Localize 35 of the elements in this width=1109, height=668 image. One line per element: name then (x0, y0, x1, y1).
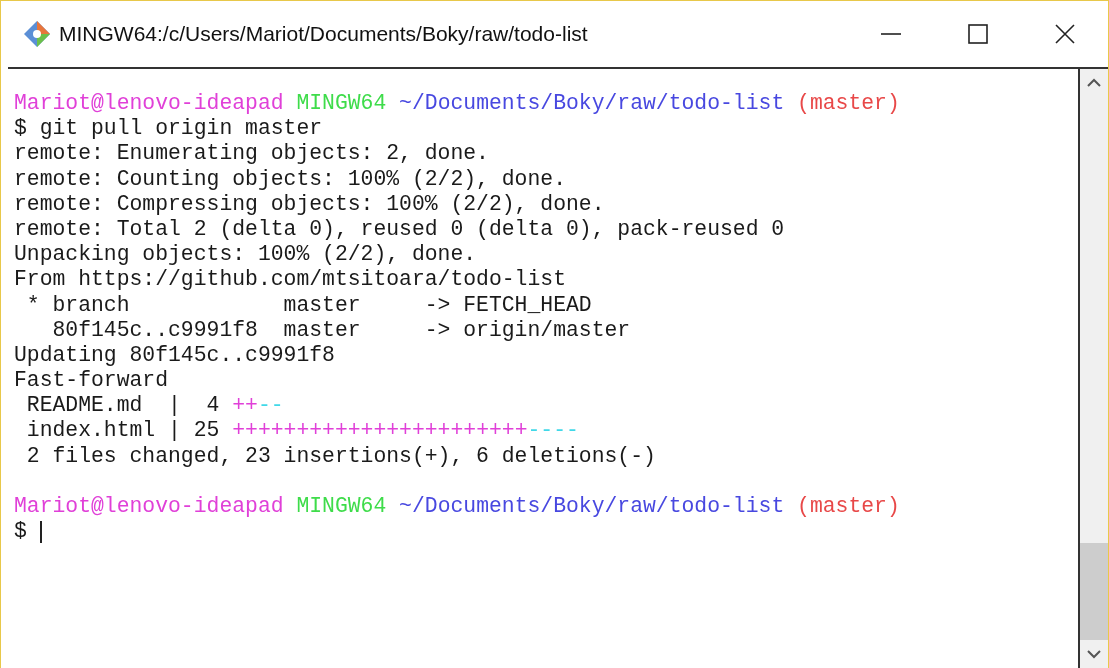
terminal-text: MINGW64 (295, 91, 387, 117)
text-cursor (39, 520, 42, 543)
terminal-text: From https://github.com/mtsitoara/todo-list (14, 267, 566, 293)
terminal-text: README.md | 4 (25, 393, 221, 419)
terminal-text: Unpacking objects: 100% (2/2), done. (14, 242, 477, 268)
terminal-text: 2 files changed, 23 insertions(+), 6 deletions(-) (25, 443, 656, 469)
terminal-text: remote: Counting objects: 100% (2/2), done. (14, 166, 566, 192)
terminal-text: ~/Documents/Boky/raw/todo-list (398, 91, 785, 117)
terminal-text: +++++++++++++++++++++++ (232, 418, 528, 444)
terminal-text: 80f145c..c9991f8 master -> origin/master (51, 317, 631, 343)
scrollbar-thumb[interactable] (1080, 543, 1108, 640)
terminal-text: ---- (527, 418, 579, 444)
terminal-text: Mariot@lenovo-ideapad (14, 91, 284, 117)
terminal-text: remote: Total 2 (delta 0), reused 0 (delta 0), pack-reused 0 (14, 216, 785, 243)
terminal-text: -- (257, 393, 284, 419)
terminal-text: ~/Documents/Boky/raw/todo-list (398, 494, 785, 520)
scrollbar[interactable] (1080, 69, 1108, 668)
terminal-text: (master) (796, 494, 900, 520)
terminal-text: ++ (232, 393, 258, 419)
terminal-text: Mariot@lenovo-ideapad (14, 494, 284, 520)
terminal-text: $ (14, 519, 28, 545)
terminal-text: index.html | 25 (25, 418, 221, 444)
maximize-icon (966, 23, 989, 45)
terminal-text: Updating 80f145c..c9991f8 (14, 342, 335, 369)
terminal-text: remote: Enumerating objects: 2, done. (14, 141, 489, 167)
terminal-text: (master) (796, 91, 900, 117)
terminal-text: $ git pull origin master (14, 116, 323, 142)
terminal-text: * branch master -> FETCH_HEAD (25, 292, 592, 318)
terminal-text: Fast-forward (14, 368, 169, 394)
app-logo-icon (23, 20, 51, 48)
terminal-text: remote: Compressing objects: 100% (2/2), done. (14, 191, 605, 217)
close-icon (1053, 23, 1076, 45)
window-title: MINGW64:/c/Users/Mariot/Documents/Boky/raw/todo-list (59, 21, 588, 48)
minimize-icon (880, 33, 901, 35)
terminal-text: MINGW64 (295, 494, 387, 520)
